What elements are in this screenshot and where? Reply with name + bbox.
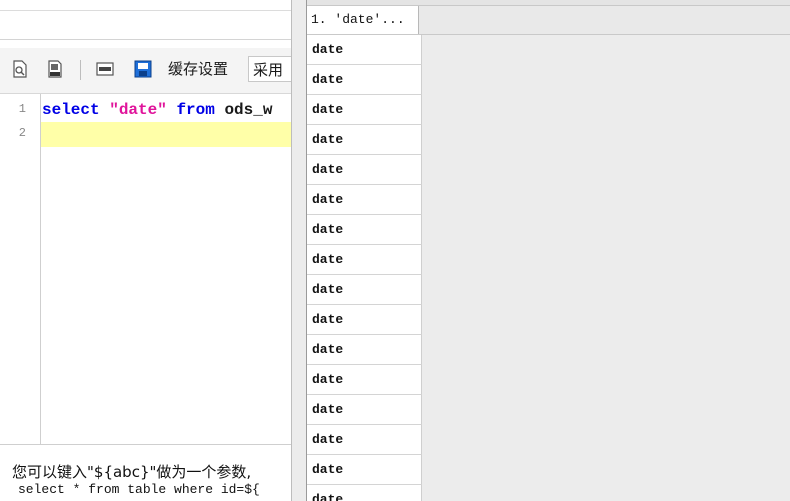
table-row[interactable]: date [307,185,422,215]
table-cell[interactable]: date [312,65,343,94]
table-cell[interactable]: date [312,185,343,214]
mode-select[interactable]: 采用 [248,56,291,82]
line-number-gutter: 1 2 [0,94,41,444]
hint-example: select * from table where id=${ [18,482,260,497]
connection-input-strip[interactable] [0,11,291,40]
table-row[interactable]: date [307,395,422,425]
hint-text: 您可以键入"${abc}"做为一个参数, [12,463,252,481]
table-row[interactable]: date [307,155,422,185]
table-row[interactable]: date [307,455,422,485]
current-line-highlight [41,122,291,147]
table-cell[interactable]: date [312,245,343,274]
sql-template-icon [96,62,114,76]
save-cache-icon [134,60,152,78]
line-number: 1 [18,102,26,116]
table-cell[interactable]: date [312,35,343,64]
table-identifier: ods_w [224,101,273,119]
string-literal: "date" [109,101,167,119]
table-row[interactable]: date [307,305,422,335]
top-strip [0,0,291,11]
table-cell[interactable]: date [312,125,343,154]
table-cell[interactable]: date [312,485,343,501]
line-number: 2 [18,126,26,140]
table-cell[interactable]: date [312,335,343,364]
table-cell[interactable]: date [312,275,343,304]
table-row[interactable]: date [307,215,422,245]
table-cell[interactable]: date [312,365,343,394]
parameter-hint-panel: 您可以键入"${abc}"做为一个参数, select * from table… [0,444,291,501]
table-cell[interactable]: date [312,215,343,244]
table-row[interactable]: date [307,335,422,365]
code-editor[interactable]: 1 2 select "date" from ods_w [0,94,291,444]
table-row[interactable]: date [307,245,422,275]
column-header-date[interactable]: 1. 'date'... [307,6,419,34]
result-rows: date date date date date date date date date date… [307,35,422,501]
sql-template-button[interactable] [95,58,115,80]
table-row[interactable]: date [307,425,422,455]
table-cell[interactable]: date [312,305,343,334]
table-row[interactable]: date [307,485,422,501]
table-row[interactable]: date [307,35,422,65]
document-preview-icon [13,60,27,78]
table-cell[interactable]: date [312,455,343,484]
sql-file-button[interactable] [45,58,65,80]
column-header-bar: 1. 'date'... [307,6,790,35]
preview-button[interactable] [10,58,30,80]
table-cell[interactable]: date [312,395,343,424]
table-row[interactable]: date [307,65,422,95]
result-grid: 1. 'date'... date date date date date date dat… [307,0,790,501]
sql-document-icon [48,60,62,78]
table-row[interactable]: date [307,95,422,125]
table-cell[interactable]: date [312,425,343,454]
keyword-select: select [42,101,100,119]
table-cell[interactable]: date [312,95,343,124]
table-cell[interactable]: date [312,155,343,184]
toolbar-separator [80,60,81,80]
table-row[interactable]: date [307,275,422,305]
table-row[interactable]: date [307,125,422,155]
editor-toolbar: 缓存设置 采用 [0,48,291,94]
pane-splitter[interactable] [291,0,307,501]
keyword-from: from [176,101,215,119]
table-row[interactable]: date [307,365,422,395]
cache-button[interactable] [133,58,153,80]
code-line: select "date" from ods_w [42,99,272,121]
cache-settings-label[interactable]: 缓存设置 [168,58,228,80]
sql-editor-pane: 缓存设置 采用 1 2 select "date" from ods_w 您可以… [0,0,291,501]
